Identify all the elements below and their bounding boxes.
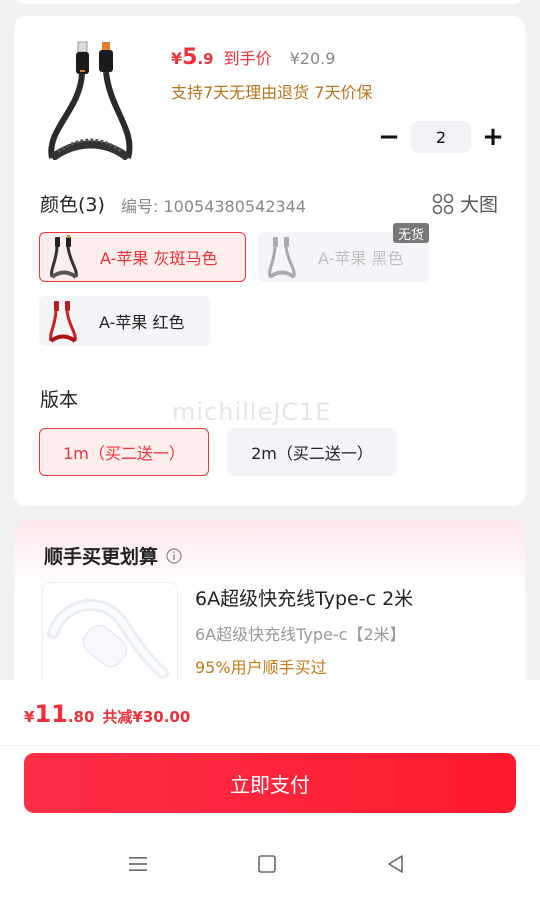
bundle-title: 顺手买更划算 <box>44 542 182 569</box>
product-image <box>36 40 146 162</box>
color-option-label: A-苹果 灰斑马色 <box>100 249 218 268</box>
bundle-item-name[interactable]: 6A超级快充线Type-c 2米 <box>195 584 413 611</box>
bundle-title-text: 顺手买更划算 <box>44 546 159 568</box>
quantity-input[interactable] <box>411 121 471 153</box>
menu-nav-button[interactable] <box>123 852 153 876</box>
plug-b <box>99 50 113 72</box>
version-option-1m[interactable]: 1m（买二送一） <box>39 428 209 476</box>
previous-card-edge <box>14 0 525 4</box>
quantity-stepper: − + <box>375 121 507 153</box>
color-option-gray-zebra[interactable]: A-苹果 灰斑马色 <box>39 232 246 282</box>
home-nav-button[interactable] <box>252 852 282 876</box>
color-option-label: A-苹果 黑色 <box>318 249 404 268</box>
version-section-title: 版本 <box>40 389 79 411</box>
version-option-label: 2m（买二送一） <box>251 444 373 463</box>
decrease-button[interactable]: − <box>375 121 403 153</box>
big-picture-label: 大图 <box>460 194 499 216</box>
total-integer: 11 <box>34 700 68 728</box>
back-triangle-icon <box>388 855 403 873</box>
connector-lightning <box>102 42 110 51</box>
color-option-label: A-苹果 红色 <box>99 313 185 332</box>
bundle-item-spec: 6A超级快充线Type-c【2米】 <box>195 625 406 644</box>
out-of-stock-badge: 无货 <box>393 223 429 243</box>
version-option-2m[interactable]: 2m（买二送一） <box>227 428 397 476</box>
sku-code: 编号: 10054380542344 <box>121 197 306 216</box>
home-square-icon <box>258 855 276 873</box>
final-price-label: 到手价 <box>223 49 272 68</box>
system-nav-bar <box>0 832 540 897</box>
info-icon[interactable] <box>166 547 182 564</box>
total-price: ¥ 11 .80 共减¥30.00 <box>24 700 190 728</box>
price-line: ¥ 5 .9 到手价 ¥20.9 <box>171 45 335 70</box>
big-picture-button[interactable]: 大图 <box>432 190 498 217</box>
color-option-thumb <box>260 233 304 281</box>
menu-icon <box>129 857 147 871</box>
bundle-item-stat: 95%用户顺手买过 <box>195 658 327 677</box>
price-integer: 5 <box>182 45 198 70</box>
version-option-label: 1m（买二送一） <box>63 444 185 463</box>
watermark: michilleJC1E <box>172 398 332 426</box>
back-nav-button[interactable] <box>381 852 411 876</box>
pay-now-button[interactable]: 立即支付 <box>24 753 516 813</box>
price-decimal: .9 <box>197 50 214 68</box>
color-option-thumb <box>42 233 86 281</box>
grid-icon <box>432 193 454 214</box>
total-savings: 共减¥30.00 <box>102 708 191 726</box>
increase-button[interactable]: + <box>479 121 507 153</box>
color-option-thumb <box>41 297 85 345</box>
bundle-card: 顺手买更划算 6A超级快充线Type-c 2米 6A超级快充线Type-c【2米… <box>14 520 525 690</box>
color-section-title: 颜色(3) <box>40 194 105 216</box>
service-promise: 支持7天无理由退货 7天价保 <box>171 83 373 102</box>
original-price: ¥20.9 <box>289 49 336 68</box>
total-currency: ¥ <box>24 708 35 726</box>
connector-usb-a <box>77 41 88 53</box>
bundle-item-image[interactable] <box>42 582 178 690</box>
color-option-red[interactable]: A-苹果 红色 <box>39 296 210 346</box>
divider <box>0 745 540 746</box>
total-decimal: .80 <box>67 708 95 726</box>
currency-symbol: ¥ <box>171 49 183 68</box>
